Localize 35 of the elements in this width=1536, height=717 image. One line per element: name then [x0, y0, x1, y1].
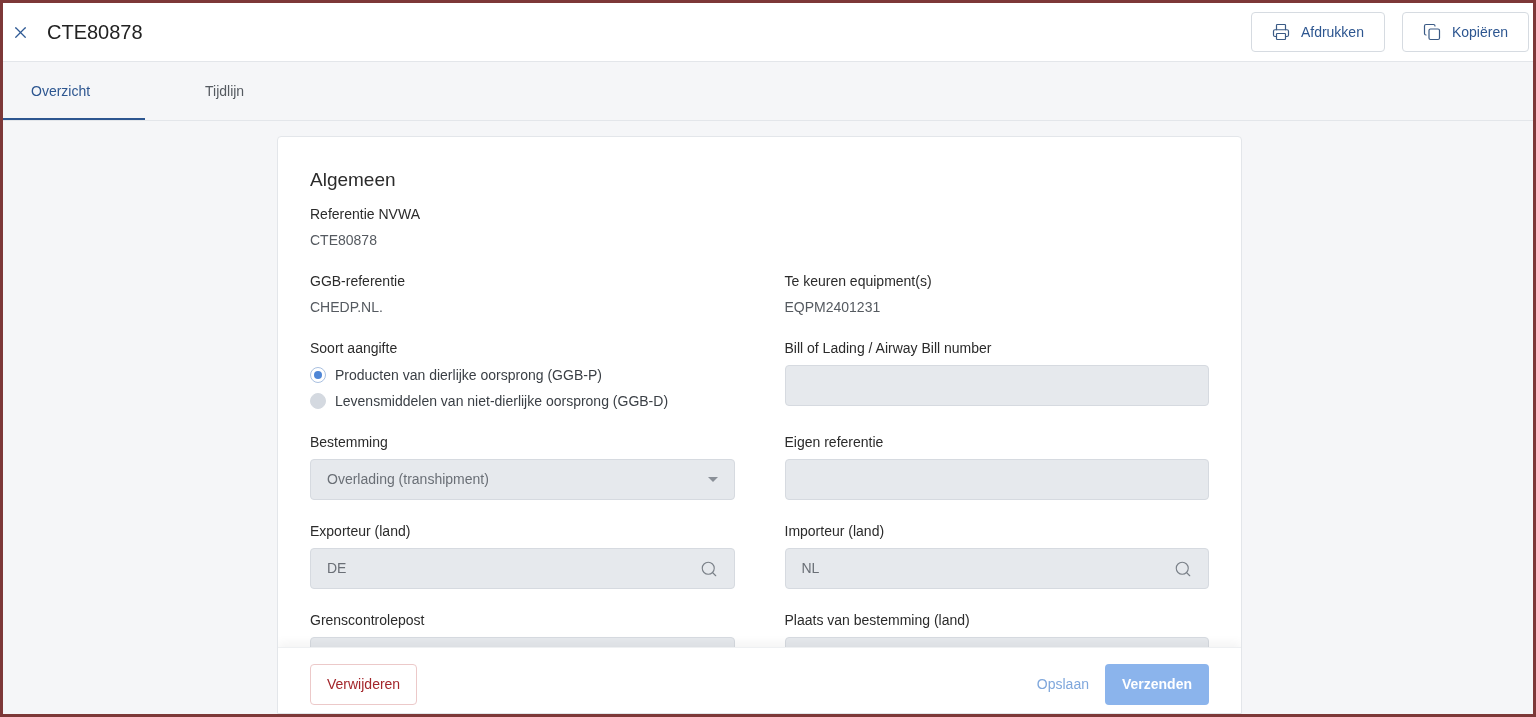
field-label: Referentie NVWA: [310, 205, 421, 224]
field-label: Soort aangifte: [310, 339, 399, 358]
tab[interactable]: Tijdlijn: [177, 62, 319, 120]
field-label: Importeur (land): [784, 522, 886, 541]
field-label: Plaats van bestemming (land): [784, 611, 971, 630]
tab[interactable]: Overzicht: [3, 62, 145, 120]
field-label: Bill of Lading / Airway Bill number: [784, 339, 993, 358]
field-value: CTE80878: [310, 231, 378, 250]
copy-icon: [1422, 23, 1441, 41]
search-icon: [1174, 559, 1192, 578]
field-value: EQPM2401231: [784, 298, 882, 317]
search-field[interactable]: NL: [784, 548, 1209, 589]
field-value: CHEDP.NL.: [310, 298, 384, 317]
section-title: Algemeen: [310, 168, 397, 192]
copy-button[interactable]: Kopiëren: [1401, 12, 1529, 52]
field-label: Eigen referentie: [784, 433, 885, 452]
delete-button[interactable]: Verwijderen: [310, 664, 418, 705]
field-label: Grenscontrolepost: [310, 611, 426, 630]
radio-icon[interactable]: [310, 393, 326, 409]
radio-option[interactable]: Producten van dierlijke oorsprong (GGB-P): [310, 365, 602, 385]
field-label: Exporteur (land): [310, 522, 412, 541]
search-field[interactable]: DE: [310, 548, 735, 589]
select-field[interactable]: Overlading (transhipment): [310, 459, 735, 500]
input-field[interactable]: [784, 365, 1209, 406]
print-button[interactable]: Afdrukken: [1250, 12, 1385, 52]
radio-icon[interactable]: [310, 367, 326, 383]
page-title: CTE80878: [47, 20, 143, 45]
printer-icon: [1271, 23, 1290, 41]
field-label: GGB-referentie: [310, 272, 406, 291]
caret-icon: [707, 477, 718, 482]
radio-option[interactable]: Levensmiddelen van niet-dierlijke oorsprong (GGB-D): [310, 391, 669, 411]
input-field[interactable]: [784, 459, 1209, 500]
field-label: Bestemming: [310, 433, 389, 452]
search-icon: [699, 559, 718, 578]
field-label: Te keuren equipment(s): [784, 272, 933, 291]
